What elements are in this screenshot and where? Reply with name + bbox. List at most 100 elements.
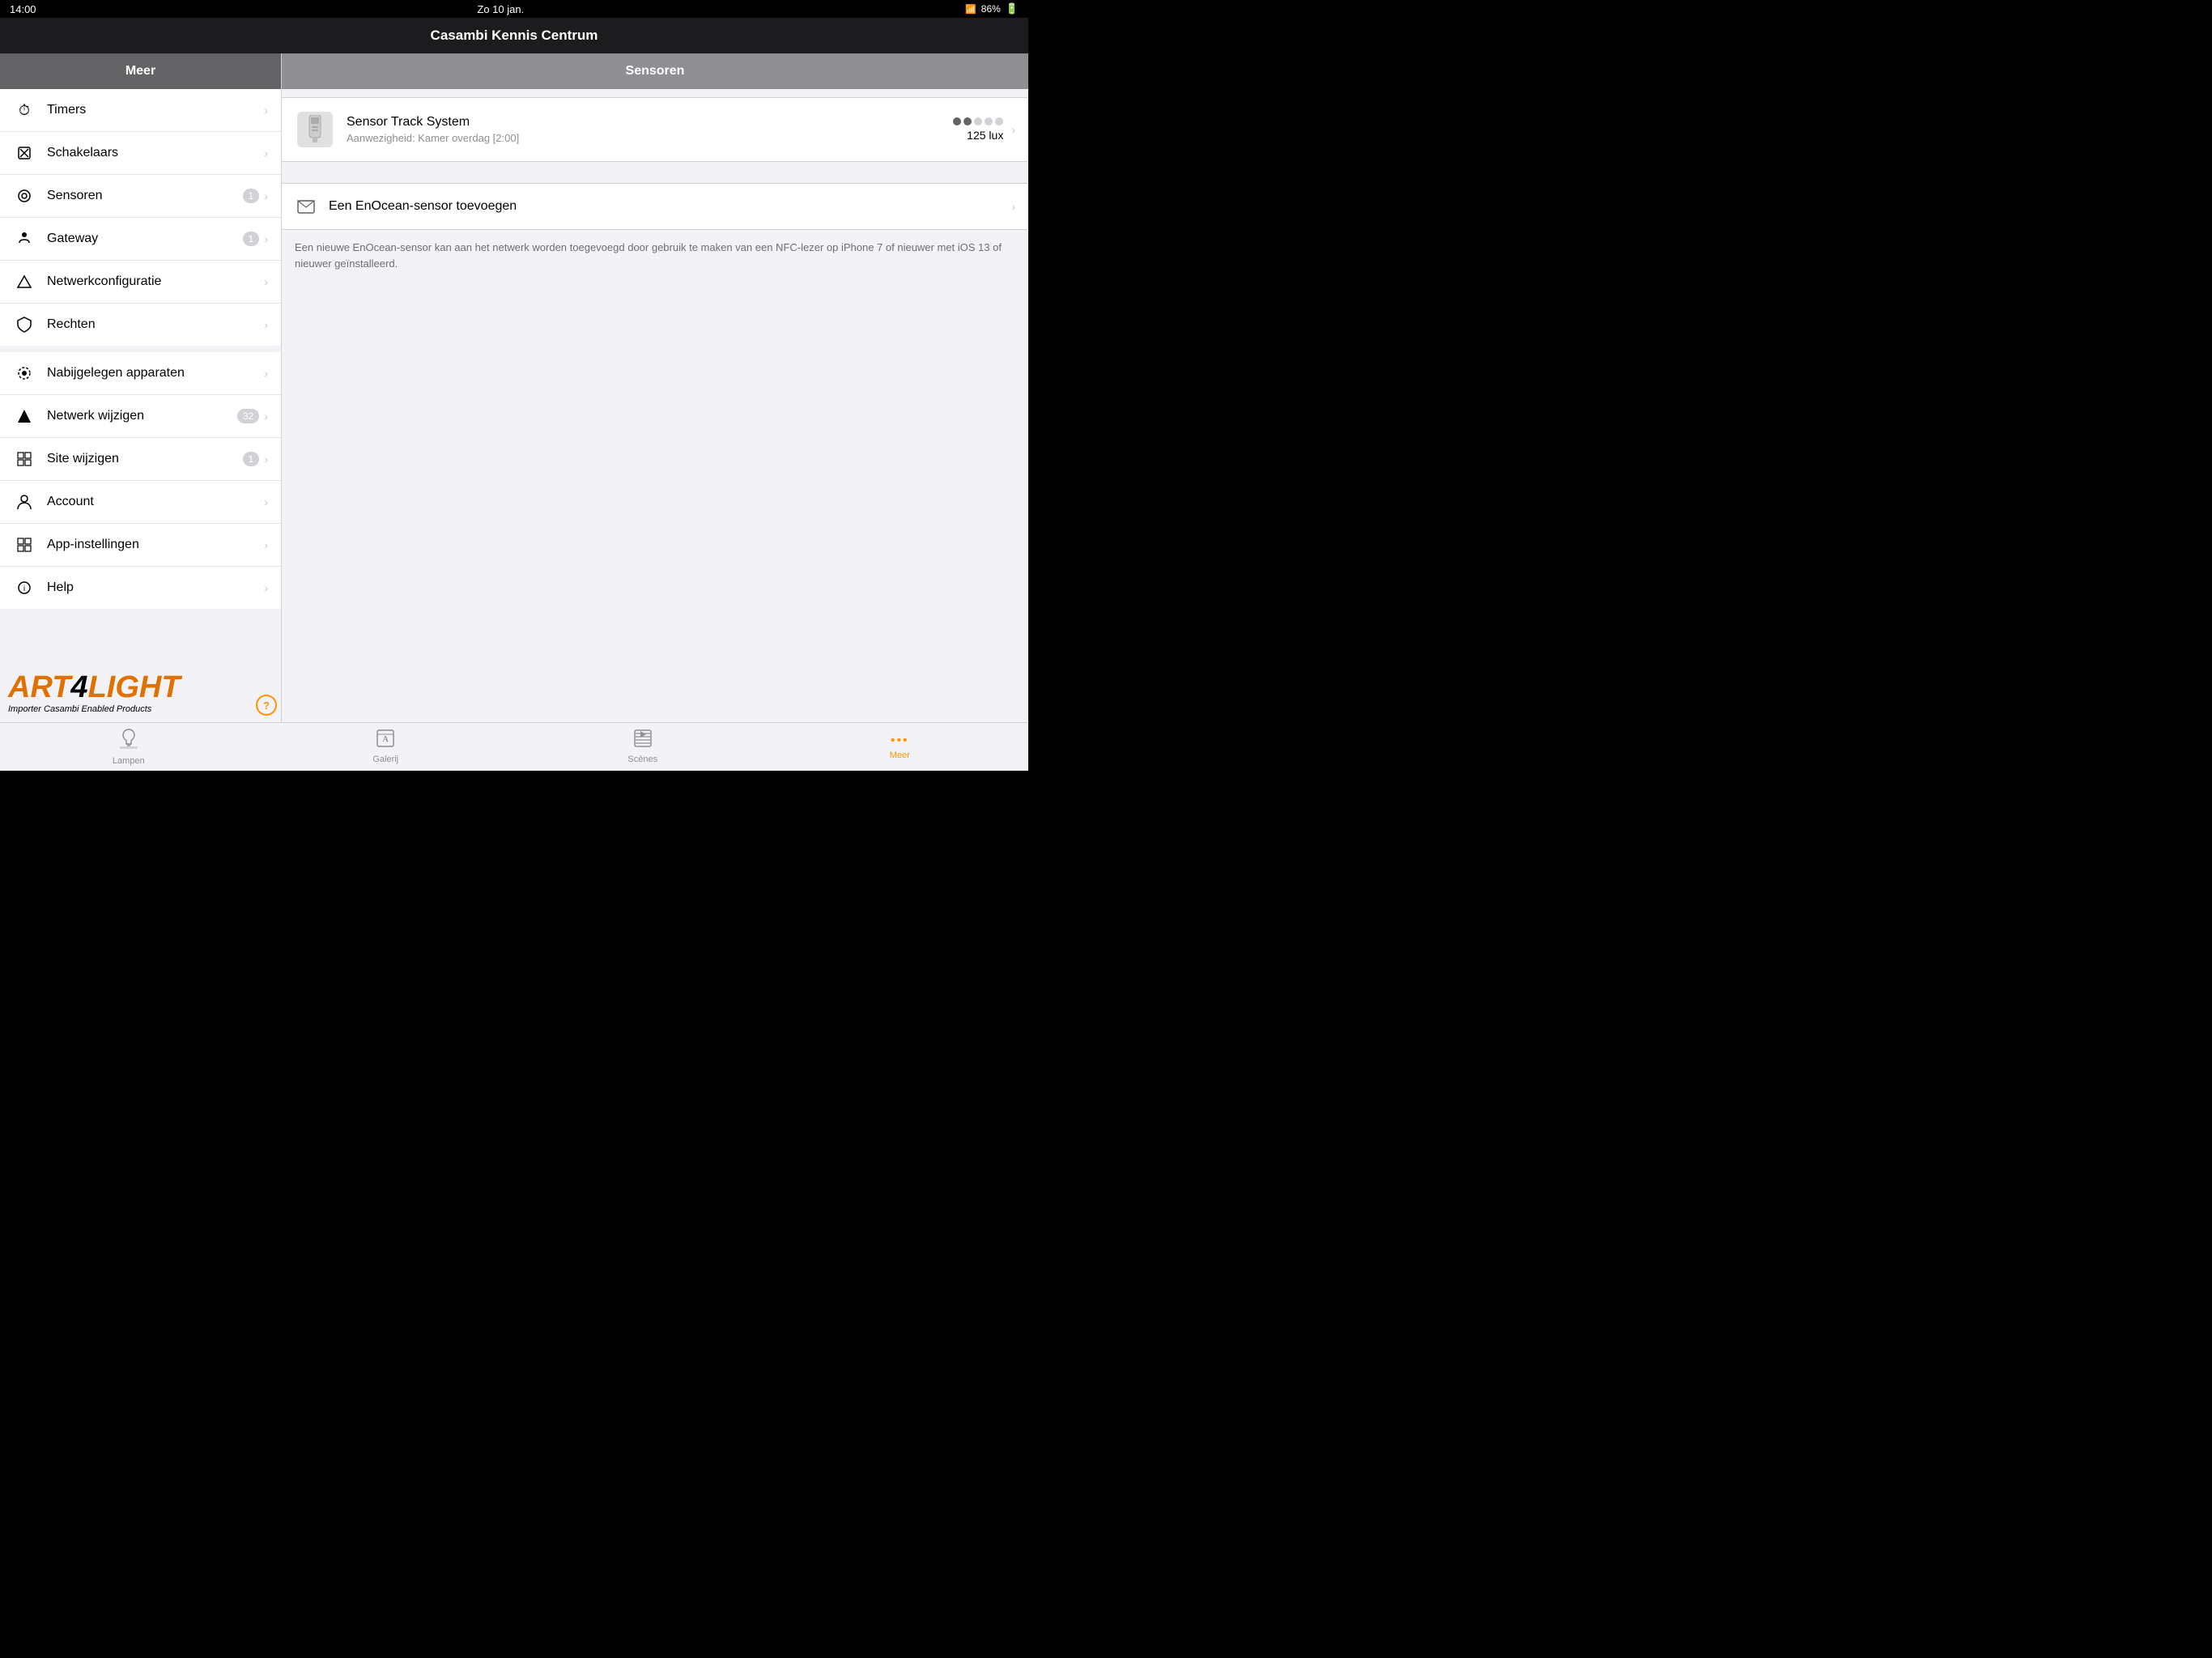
sidebar-item-app-instellingen[interactable]: App-instellingen › — [0, 524, 281, 567]
site-wijzigen-badge: 1 — [243, 452, 260, 466]
tab-scenes[interactable]: Scènes — [514, 723, 772, 771]
description-box: Een nieuwe EnOcean-sensor kan aan het ne… — [282, 230, 1028, 281]
help-chevron: › — [264, 581, 268, 594]
sidebar-item-site-wijzigen[interactable]: Site wijzigen 1 › — [0, 438, 281, 481]
help-button[interactable]: ? — [256, 695, 277, 716]
section-spacer — [282, 162, 1028, 183]
account-chevron: › — [264, 495, 268, 508]
sensor-img-placeholder — [297, 112, 333, 147]
app-title: Casambi Kennis Centrum — [431, 28, 598, 44]
netwerk-wijzigen-chevron: › — [264, 410, 268, 423]
dot-2 — [963, 117, 972, 125]
galerij-tab-label: Galerij — [372, 755, 398, 764]
main-layout: Casambi Kennis Centrum Meer ⏱ Timers › — [0, 18, 1028, 771]
sidebar-section-2: Nabijgelegen apparaten › Netwerk wijzige… — [0, 352, 281, 609]
sidebar-item-netwerkconfiguratie[interactable]: Netwerkconfiguratie › — [0, 261, 281, 304]
sensoren-icon — [13, 185, 36, 207]
netwerk-wijzigen-badge: 32 — [237, 409, 259, 423]
sidebar-item-account[interactable]: Account › — [0, 481, 281, 524]
timers-icon: ⏱ — [13, 99, 36, 121]
sensor-name: Sensor Track System — [347, 115, 953, 130]
sensor-image — [295, 109, 335, 150]
add-sensor-icon — [295, 195, 317, 218]
sidebar-item-netwerk-wijzigen[interactable]: Netwerk wijzigen 32 › — [0, 395, 281, 438]
sidebar-item-timers[interactable]: ⏱ Timers › — [0, 89, 281, 132]
sensor-dots — [953, 117, 1003, 125]
tab-galerij[interactable]: A Galerij — [257, 723, 515, 771]
nabijgelegen-icon — [13, 362, 36, 385]
scenes-icon — [634, 729, 652, 752]
site-wijzigen-chevron: › — [264, 453, 268, 466]
sensor-detail-chevron: › — [1011, 123, 1015, 136]
title-bar: Casambi Kennis Centrum — [0, 18, 1028, 53]
tab-bar: Lampen A Galerij — [0, 722, 1028, 771]
lampen-tab-label: Lampen — [113, 756, 145, 766]
gateway-chevron: › — [264, 232, 268, 245]
status-day: Zo 10 jan. — [477, 3, 524, 15]
gateway-icon — [13, 227, 36, 250]
sensoren-chevron: › — [264, 189, 268, 202]
meer-icon: ••• — [891, 733, 909, 748]
sensor-status: Aanwezigheid: Kamer overdag [2:00] — [347, 132, 953, 144]
dot-1 — [953, 117, 961, 125]
sidebar: Meer ⏱ Timers › Schakel — [0, 53, 282, 722]
lampen-icon — [120, 728, 138, 754]
tab-lampen[interactable]: Lampen — [0, 723, 257, 771]
schakelaars-chevron: › — [264, 147, 268, 159]
meer-tab-label: Meer — [890, 750, 910, 760]
timers-chevron: › — [264, 104, 268, 117]
sidebar-item-sensoren[interactable]: Sensoren 1 › — [0, 175, 281, 218]
sensoren-label: Sensoren — [47, 189, 243, 203]
app-instellingen-chevron: › — [264, 538, 268, 551]
netwerk-wijzigen-icon — [13, 405, 36, 427]
add-sensor-label: Een EnOcean-sensor toevoegen — [329, 199, 1011, 214]
site-wijzigen-icon — [13, 448, 36, 470]
status-bar: 14:00 Zo 10 jan. 📶 86% 🔋 — [0, 0, 1028, 18]
schakelaars-icon — [13, 142, 36, 164]
add-sensor-row[interactable]: Een EnOcean-sensor toevoegen › — [282, 183, 1028, 230]
dot-5 — [995, 117, 1003, 125]
wifi-icon: 📶 — [965, 4, 976, 15]
timers-label: Timers — [47, 103, 264, 117]
app-instellingen-icon — [13, 534, 36, 556]
netwerkconfiguratie-label: Netwerkconfiguratie — [47, 274, 264, 289]
gateway-badge: 1 — [243, 232, 260, 246]
galerij-icon: A — [376, 729, 394, 752]
help-icon: i — [13, 576, 36, 599]
sensor-right: 125 lux — [953, 117, 1003, 142]
svg-text:i: i — [23, 585, 25, 593]
sidebar-section-1: ⏱ Timers › Schakelaars › — [0, 89, 281, 346]
netwerk-wijzigen-label: Netwerk wijzigen — [47, 409, 237, 423]
scenes-tab-label: Scènes — [627, 755, 657, 764]
sidebar-item-schakelaars[interactable]: Schakelaars › — [0, 132, 281, 175]
help-label: Help — [47, 580, 264, 595]
gateway-label: Gateway — [47, 232, 243, 246]
app-instellingen-label: App-instellingen — [47, 538, 264, 552]
battery-icon: 🔋 — [1006, 2, 1019, 15]
sensoren-badge: 1 — [243, 189, 260, 203]
sidebar-item-help[interactable]: i Help › — [0, 567, 281, 609]
status-right: 📶 86% 🔋 — [965, 2, 1019, 15]
rechten-chevron: › — [264, 318, 268, 331]
rechten-label: Rechten — [47, 317, 264, 332]
netwerkconfiguratie-icon — [13, 270, 36, 293]
battery-level: 86% — [981, 3, 1001, 15]
sidebar-item-nabijgelegen[interactable]: Nabijgelegen apparaten › — [0, 352, 281, 395]
sidebar-item-gateway[interactable]: Gateway 1 › — [0, 218, 281, 261]
account-icon — [13, 491, 36, 513]
netwerkconfiguratie-chevron: › — [264, 275, 268, 288]
content-area: Meer ⏱ Timers › Schakel — [0, 53, 1028, 722]
nabijgelegen-chevron: › — [264, 367, 268, 380]
sensor-info: Sensor Track System Aanwezigheid: Kamer … — [347, 115, 953, 144]
sidebar-header: Meer — [0, 53, 281, 89]
schakelaars-label: Schakelaars — [47, 146, 264, 160]
sensor-card[interactable]: Sensor Track System Aanwezigheid: Kamer … — [282, 97, 1028, 162]
sidebar-item-rechten[interactable]: Rechten › — [0, 304, 281, 346]
tab-meer[interactable]: ••• Meer — [772, 723, 1029, 771]
rechten-icon — [13, 313, 36, 336]
sensor-lux: 125 lux — [967, 129, 1003, 142]
right-content: Sensoren Sensor Track Sys — [282, 53, 1028, 722]
dot-4 — [985, 117, 993, 125]
account-label: Account — [47, 495, 264, 509]
add-sensor-chevron: › — [1011, 200, 1015, 213]
